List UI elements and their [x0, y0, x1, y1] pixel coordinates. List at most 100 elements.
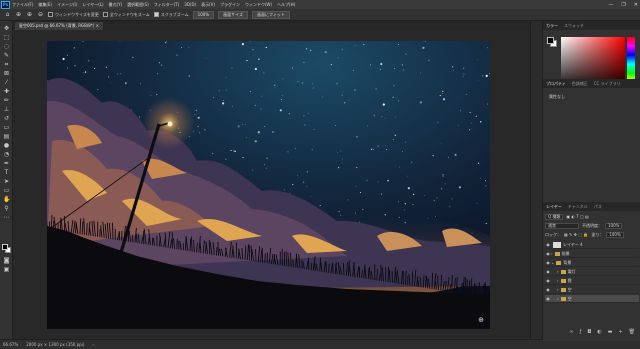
- tab-adjustments[interactable]: 色調補正: [572, 81, 588, 87]
- chevron-right-icon[interactable]: ›: [557, 296, 559, 301]
- home-icon[interactable]: ⌂: [4, 11, 11, 18]
- tab-color[interactable]: カラー: [546, 23, 558, 29]
- link-icon[interactable]: ∞: [569, 329, 573, 336]
- history-brush-tool-icon[interactable]: ↺: [3, 115, 10, 122]
- lock-icons[interactable]: ▦ ✎ ✥ ⬚ 🔒: [564, 232, 588, 237]
- layer-row[interactable]: ◉ › 電灯: [545, 268, 639, 276]
- document-tab[interactable]: 星空005.psd @ 66.67% (背景, RGB/8*) ×: [15, 22, 103, 30]
- blur-tool-icon[interactable]: ●: [3, 142, 10, 149]
- hand-tool-icon[interactable]: ✋: [3, 196, 10, 203]
- foreground-color-swatch[interactable]: [2, 244, 8, 250]
- minimize-button[interactable]: —: [608, 2, 613, 8]
- eye-icon[interactable]: ◉: [545, 287, 551, 292]
- tab-cc-libraries[interactable]: CC ライブラリ: [594, 81, 621, 87]
- menu-type[interactable]: 書式(Y): [109, 2, 123, 8]
- status-arrow-icon[interactable]: ›: [92, 342, 94, 347]
- brush-tool-icon[interactable]: ✏: [3, 97, 10, 104]
- layer-kind-filter[interactable]: Q 種類: [545, 213, 564, 220]
- screen-mode-icon[interactable]: ▣: [3, 266, 10, 273]
- new-layer-icon[interactable]: +: [618, 329, 622, 336]
- chevron-down-icon[interactable]: ⌄: [551, 260, 554, 265]
- tab-channels[interactable]: チャンネル: [568, 204, 588, 210]
- menu-image[interactable]: イメージ(I): [57, 2, 77, 8]
- adjustment-icon[interactable]: ◐: [597, 329, 601, 336]
- checkbox-box[interactable]: [153, 12, 159, 17]
- zoom-level[interactable]: 66.67%: [3, 342, 18, 347]
- eye-icon[interactable]: ◉: [545, 278, 551, 283]
- chevron-right-icon[interactable]: ›: [557, 278, 559, 283]
- fit-windows-checkbox[interactable]: ウィンドウサイズを変更: [48, 12, 99, 18]
- menu-filter[interactable]: フィルター(T): [154, 2, 179, 8]
- zoom-tool-icon[interactable]: ⊕: [15, 11, 22, 18]
- frame-tool-icon[interactable]: ⊠: [3, 70, 10, 77]
- zoom-tool-icon[interactable]: ⚲: [3, 205, 10, 212]
- eyedropper-tool-icon[interactable]: ⁄: [3, 79, 10, 86]
- zoom-out-icon[interactable]: ⊖: [37, 11, 44, 18]
- tab-paths[interactable]: パス: [594, 204, 602, 210]
- menu-select[interactable]: 選択範囲(S): [127, 2, 149, 8]
- type-tool-icon[interactable]: T: [3, 169, 10, 176]
- checkbox-box[interactable]: [48, 12, 53, 17]
- rectangle-tool-icon[interactable]: ▭: [3, 187, 10, 194]
- layer-row-selected[interactable]: ◉ › 空: [545, 295, 639, 303]
- menu-help[interactable]: ヘルプ(H): [277, 2, 295, 8]
- canvas-area[interactable]: ⊕: [13, 30, 530, 339]
- menu-file[interactable]: ファイル(F): [12, 2, 33, 8]
- chevron-right-icon[interactable]: ›: [557, 269, 559, 274]
- opacity-input[interactable]: 100%: [605, 222, 623, 229]
- star: [336, 83, 338, 85]
- blend-mode-select[interactable]: 通常: [545, 222, 579, 229]
- menu-plugins[interactable]: プラグイン: [220, 2, 240, 8]
- menu-edit[interactable]: 編集(E): [38, 2, 52, 8]
- healing-brush-tool-icon[interactable]: ✚: [3, 88, 10, 95]
- chevron-right-icon[interactable]: ›: [551, 251, 553, 256]
- tab-layers[interactable]: レイヤー: [546, 204, 562, 210]
- more-tools-icon[interactable]: ⋯: [3, 214, 10, 221]
- zoom-in-icon[interactable]: ⊕: [26, 11, 33, 18]
- path-select-tool-icon[interactable]: ➤: [3, 178, 10, 185]
- eye-icon[interactable]: ◉: [545, 269, 551, 274]
- quick-select-tool-icon[interactable]: ✎: [3, 52, 10, 59]
- checkbox-box[interactable]: [102, 12, 108, 17]
- document-canvas[interactable]: ⊕: [47, 41, 490, 329]
- layer-row[interactable]: ◉ ⌄ 背景: [545, 259, 639, 267]
- move-tool-icon[interactable]: ✥: [3, 25, 10, 32]
- group-icon[interactable]: ▬: [608, 329, 613, 336]
- layer-row[interactable]: ◉ › 雲: [545, 277, 639, 285]
- menu-view[interactable]: 表示(V): [201, 2, 215, 8]
- fx-icon[interactable]: ƒ: [580, 329, 582, 336]
- star: [384, 117, 386, 119]
- close-button[interactable]: ✕: [634, 2, 638, 8]
- fit-screen-button[interactable]: 画面サイズ: [218, 10, 248, 19]
- restore-button[interactable]: ❐: [621, 2, 625, 8]
- eraser-tool-icon[interactable]: ▭: [3, 124, 10, 131]
- tab-properties[interactable]: プロパティ: [546, 81, 566, 87]
- dodge-tool-icon[interactable]: ◔: [3, 151, 10, 158]
- zoom-all-checkbox[interactable]: 全ウィンドウをズーム: [102, 12, 150, 18]
- eye-icon[interactable]: ◉: [545, 242, 551, 247]
- tab-swatches[interactable]: スウォッチ: [564, 23, 584, 29]
- layer-row[interactable]: ◉ › 空: [545, 286, 639, 294]
- crop-tool-icon[interactable]: ⌗: [3, 61, 10, 68]
- gradient-tool-icon[interactable]: ▤: [3, 133, 10, 140]
- trash-icon[interactable]: 🗑: [629, 329, 635, 336]
- filter-icons[interactable]: ▣ ◐ T ▢ ▤: [566, 214, 588, 219]
- mask-icon[interactable]: ◘: [587, 329, 591, 336]
- lasso-tool-icon[interactable]: ◌: [3, 43, 10, 50]
- zoom-100-button[interactable]: 100%: [192, 10, 215, 19]
- menu-3d[interactable]: 3D(D): [184, 2, 196, 7]
- marquee-tool-icon[interactable]: ⬚: [3, 34, 10, 41]
- pen-tool-icon[interactable]: ✒: [3, 160, 10, 167]
- scrubby-zoom-checkbox[interactable]: スクラブズーム: [153, 12, 189, 18]
- layer-row[interactable]: ◉ › 前景: [545, 250, 639, 258]
- layer-row[interactable]: ◉ レイヤー 4: [545, 241, 639, 249]
- foreground-color-swatch[interactable]: [547, 37, 554, 44]
- menu-layer[interactable]: レイヤー(L): [82, 2, 103, 8]
- menu-window[interactable]: ウィンドウ(W): [245, 2, 272, 8]
- fill-screen-button[interactable]: 画面にフィット: [252, 10, 290, 19]
- chevron-right-icon[interactable]: ›: [557, 287, 559, 292]
- eye-icon[interactable]: ◉: [545, 296, 551, 301]
- clone-stamp-tool-icon[interactable]: ⊥: [3, 106, 10, 113]
- fill-input[interactable]: 100%: [606, 231, 624, 238]
- quick-mask-icon[interactable]: ◙: [3, 257, 10, 264]
